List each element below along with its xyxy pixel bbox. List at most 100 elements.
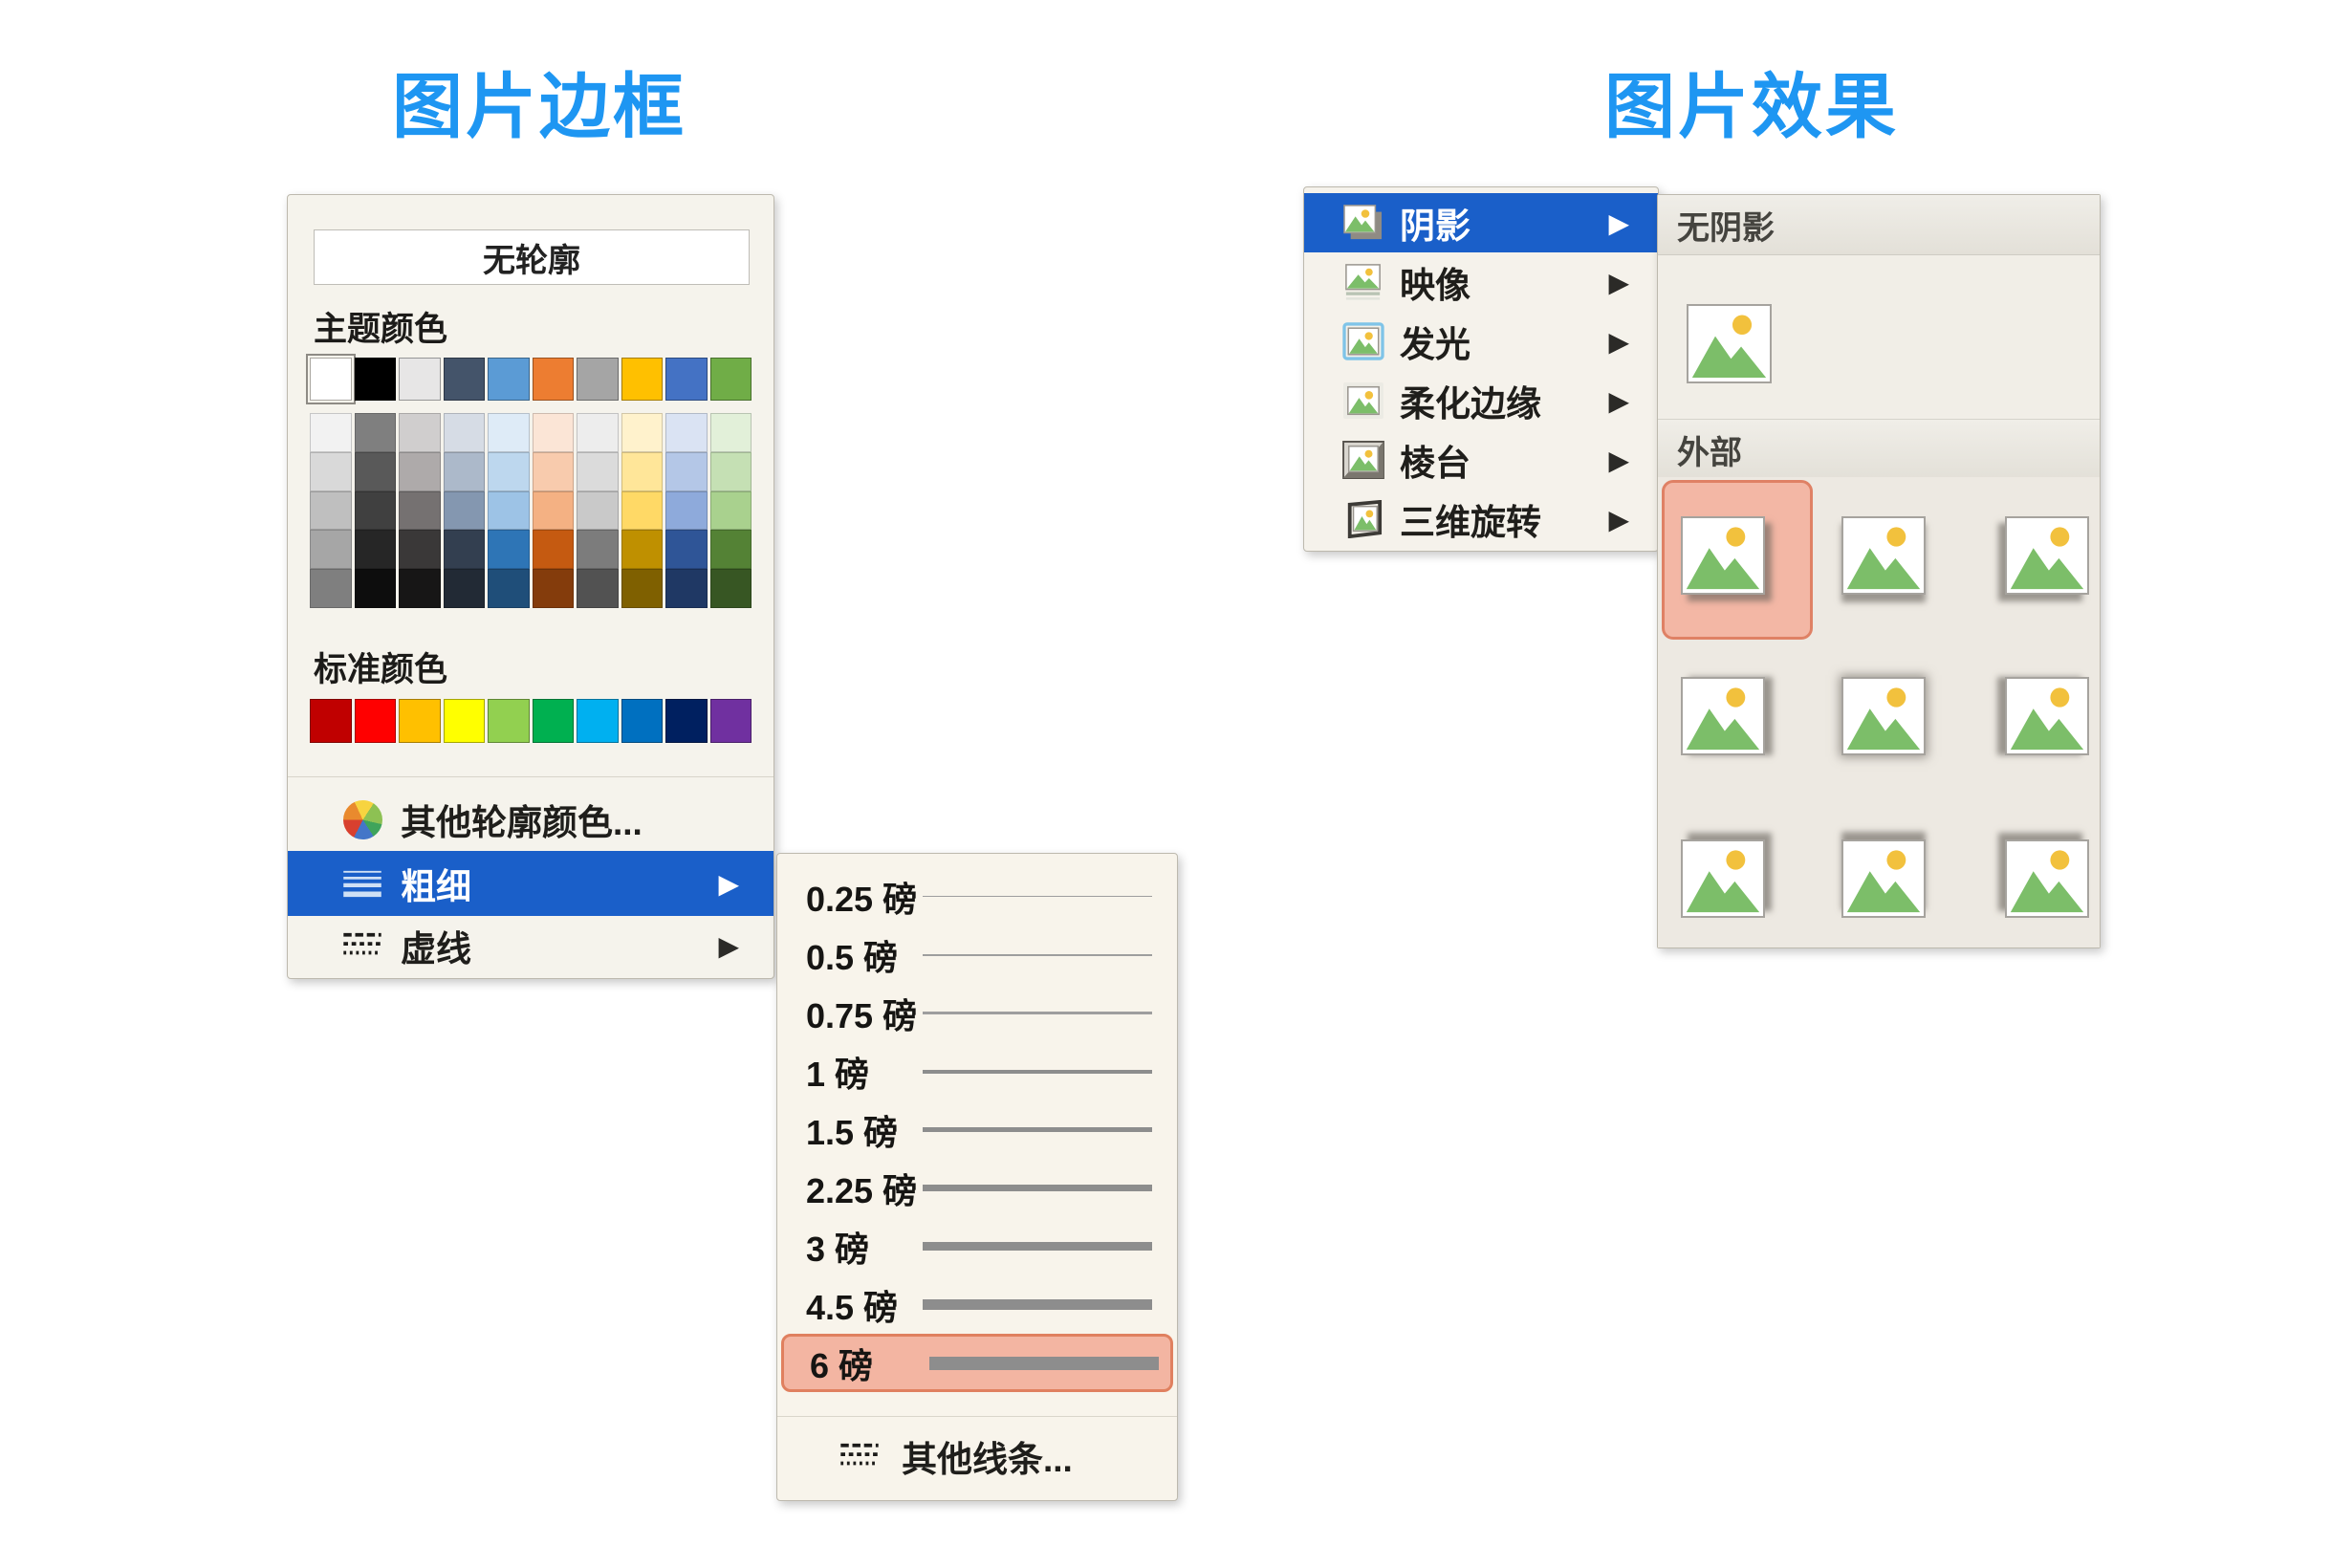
standard-color-swatch[interactable]	[399, 699, 441, 743]
weight-option-6磅[interactable]: 6 磅	[781, 1334, 1173, 1392]
standard-color-swatch[interactable]	[533, 699, 575, 743]
theme-variant-swatch[interactable]	[665, 569, 708, 608]
theme-variant-swatch[interactable]	[488, 491, 530, 531]
theme-variant-swatch[interactable]	[665, 452, 708, 491]
theme-variant-swatch[interactable]	[621, 530, 664, 569]
shadow-option-bottom-right-selected[interactable]	[1681, 516, 1765, 595]
theme-color-swatch[interactable]	[533, 358, 575, 401]
theme-variant-swatch[interactable]	[310, 452, 352, 491]
more-lines-item[interactable]: 其他线条...	[777, 1426, 1177, 1487]
standard-color-swatch[interactable]	[710, 699, 752, 743]
theme-variant-swatch[interactable]	[577, 491, 619, 531]
weight-item[interactable]: 粗细 ▶	[288, 851, 773, 916]
theme-variant-swatch[interactable]	[710, 413, 752, 452]
theme-color-swatch[interactable]	[577, 358, 619, 401]
effects-item-bevel[interactable]: 棱台▶	[1304, 430, 1658, 490]
theme-variant-swatch[interactable]	[488, 569, 530, 608]
theme-variant-swatch[interactable]	[355, 530, 397, 569]
weight-option-0.5磅[interactable]: 0.5 磅	[777, 926, 1177, 984]
shadow-option-bottom-left[interactable]	[2005, 516, 2089, 595]
theme-color-swatch[interactable]	[355, 358, 397, 401]
effects-item-reflection[interactable]: 映像▶	[1304, 252, 1658, 312]
standard-color-swatch[interactable]	[310, 699, 352, 743]
theme-variant-swatch[interactable]	[310, 569, 352, 608]
theme-variant-swatch[interactable]	[444, 413, 486, 452]
standard-color-swatch[interactable]	[665, 699, 708, 743]
theme-color-swatch[interactable]	[621, 358, 664, 401]
weight-option-1.5磅[interactable]: 1.5 磅	[777, 1100, 1177, 1159]
weight-option-1磅[interactable]: 1 磅	[777, 1042, 1177, 1100]
weight-option-2.25磅[interactable]: 2.25 磅	[777, 1159, 1177, 1217]
theme-color-swatch[interactable]	[444, 358, 486, 401]
weight-option-4.5磅[interactable]: 4.5 磅	[777, 1275, 1177, 1334]
standard-color-swatch[interactable]	[577, 699, 619, 743]
standard-color-swatch[interactable]	[621, 699, 664, 743]
theme-variant-swatch[interactable]	[355, 413, 397, 452]
theme-variant-swatch[interactable]	[399, 491, 441, 531]
theme-variant-swatch[interactable]	[533, 530, 575, 569]
shadow-option-top-left[interactable]	[2005, 839, 2089, 918]
theme-variant-swatch[interactable]	[533, 452, 575, 491]
shadow-option-left[interactable]	[2005, 677, 2089, 755]
effects-item-shadow[interactable]: 阴影▶	[1304, 193, 1658, 252]
weight-option-0.25磅[interactable]: 0.25 磅	[777, 867, 1177, 926]
theme-variant-swatch[interactable]	[533, 413, 575, 452]
theme-variant-swatch[interactable]	[533, 491, 575, 531]
standard-color-swatch[interactable]	[355, 699, 397, 743]
theme-variant-swatch[interactable]	[710, 530, 752, 569]
theme-color-swatch[interactable]	[665, 358, 708, 401]
theme-variant-swatch[interactable]	[710, 452, 752, 491]
effects-item-glow[interactable]: 发光▶	[1304, 312, 1658, 371]
standard-color-swatch[interactable]	[488, 699, 530, 743]
theme-color-swatch[interactable]	[710, 358, 752, 401]
theme-variant-swatch[interactable]	[577, 530, 619, 569]
weight-option-0.75磅[interactable]: 0.75 磅	[777, 984, 1177, 1042]
dash-item[interactable]: 虚线 ▶	[288, 916, 773, 975]
theme-variant-swatch[interactable]	[621, 569, 664, 608]
theme-variant-swatch[interactable]	[444, 491, 486, 531]
theme-variant-swatch[interactable]	[665, 413, 708, 452]
theme-variant-swatch[interactable]	[444, 452, 486, 491]
theme-variant-swatch[interactable]	[577, 569, 619, 608]
theme-variant-swatch[interactable]	[710, 491, 752, 531]
theme-variant-swatch[interactable]	[399, 413, 441, 452]
effects-item-rot3d[interactable]: 三维旋转▶	[1304, 490, 1658, 549]
theme-variant-swatch[interactable]	[310, 530, 352, 569]
standard-color-swatch[interactable]	[444, 699, 486, 743]
theme-color-swatch[interactable]	[399, 358, 441, 401]
theme-variant-swatch[interactable]	[665, 530, 708, 569]
theme-variant-swatch[interactable]	[310, 491, 352, 531]
theme-variant-swatch[interactable]	[621, 491, 664, 531]
theme-color-swatch[interactable]	[310, 358, 352, 401]
more-outline-colors-item[interactable]: 其他轮廓颜色...	[288, 790, 773, 849]
theme-variant-swatch[interactable]	[710, 569, 752, 608]
theme-variant-swatch[interactable]	[533, 569, 575, 608]
shadow-option-top[interactable]	[1841, 839, 1926, 918]
theme-variant-swatch[interactable]	[488, 530, 530, 569]
theme-variant-swatch[interactable]	[399, 452, 441, 491]
no-shadow-thumbnail[interactable]	[1687, 304, 1772, 383]
effects-item-soft[interactable]: 柔化边缘▶	[1304, 371, 1658, 430]
theme-variant-swatch[interactable]	[355, 569, 397, 608]
theme-variant-swatch[interactable]	[621, 413, 664, 452]
weight-option-3磅[interactable]: 3 磅	[777, 1217, 1177, 1275]
theme-color-swatch[interactable]	[488, 358, 530, 401]
shadow-option-top-right[interactable]	[1681, 839, 1765, 918]
theme-variant-swatch[interactable]	[399, 569, 441, 608]
shadow-option-center[interactable]	[1841, 677, 1926, 755]
theme-variant-swatch[interactable]	[621, 452, 664, 491]
theme-variant-swatch[interactable]	[444, 569, 486, 608]
shadow-option-right[interactable]	[1681, 677, 1765, 755]
theme-variant-swatch[interactable]	[488, 413, 530, 452]
theme-variant-swatch[interactable]	[577, 413, 619, 452]
theme-variant-swatch[interactable]	[310, 413, 352, 452]
theme-variant-swatch[interactable]	[665, 491, 708, 531]
shadow-option-bottom[interactable]	[1841, 516, 1926, 595]
theme-variant-swatch[interactable]	[355, 452, 397, 491]
theme-variant-swatch[interactable]	[399, 530, 441, 569]
theme-variant-swatch[interactable]	[444, 530, 486, 569]
no-outline-button[interactable]: 无轮廓	[314, 229, 750, 285]
theme-variant-swatch[interactable]	[355, 491, 397, 531]
theme-variant-swatch[interactable]	[488, 452, 530, 491]
theme-variant-swatch[interactable]	[577, 452, 619, 491]
